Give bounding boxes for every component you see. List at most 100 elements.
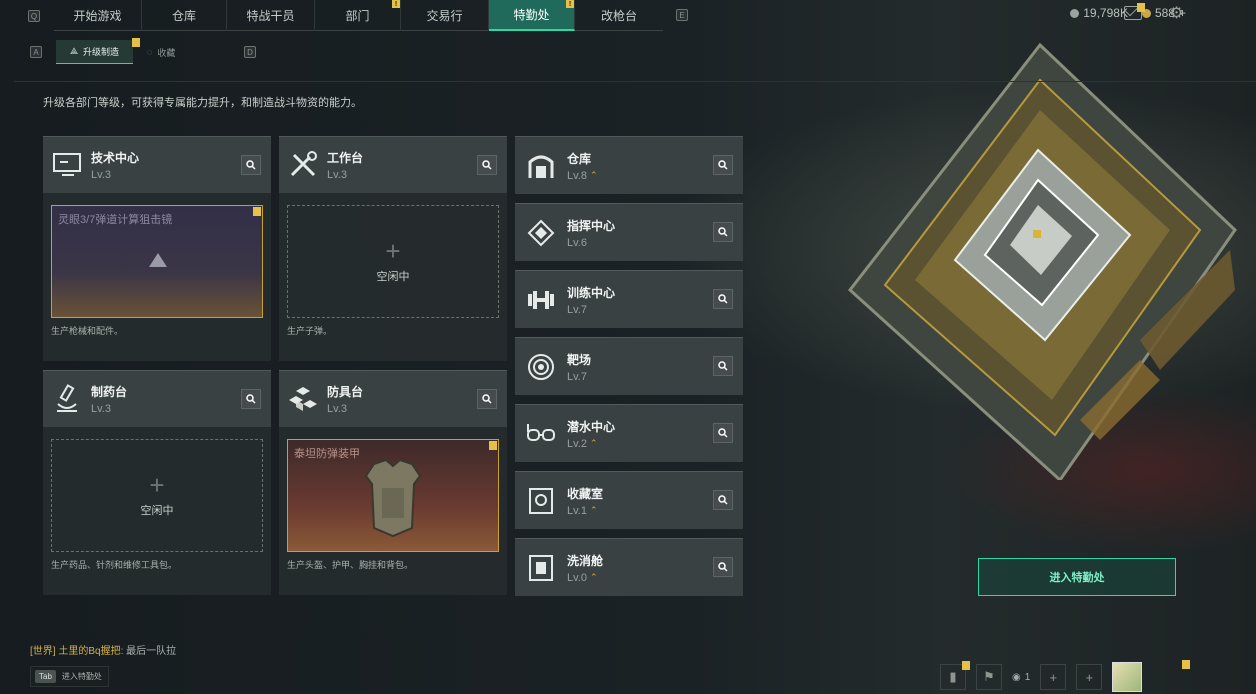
search-icon[interactable] [713,490,733,510]
stats-alert-badge [962,661,970,670]
facility-level: Lv.7 [567,371,591,383]
party-count[interactable]: ◉ 1 [1012,672,1030,683]
silver-coin-icon [1070,8,1080,18]
facility-title: 收藏室 [567,486,604,501]
tab-label: 仓库 [171,9,196,23]
settings-gear-icon[interactable]: ⚙ [1168,5,1185,22]
bottom-toolbar: ▮ ⚑ ◉ 1 + + [940,662,1143,692]
add-icon: + [385,235,401,266]
command-icon [515,204,567,261]
silver-currency[interactable]: 19,798K [1070,6,1128,20]
facility-card-tech-center[interactable]: 技术中心 Lv.3 灵眼3/7弹道计算狙击镜 生产枪械和配件。 [43,136,271,361]
chat-text: 最后一队拉 [126,646,177,657]
level-text: Lv.6 [567,236,587,249]
search-icon[interactable] [713,557,733,577]
monitor-icon [43,137,91,194]
main-tabs: 开始游戏 仓库 特战干员 部门! 交易行 特勤处! 改枪台 [54,0,663,31]
tab-hint-label: 进入特勤处 [61,672,102,681]
search-icon[interactable] [713,423,733,443]
production-slot-idle[interactable]: + 空闲中 [287,205,499,318]
dumbbell-icon [515,271,567,328]
microscope-icon [43,371,91,428]
chat-sender: 土里的Bq握把: [58,646,124,657]
level-text: Lv.7 [567,303,587,316]
facility-level: Lv.0 ⌃ [567,572,603,584]
level-text: Lv.3 [327,169,347,181]
side-facility-collection-room[interactable]: 收藏室 Lv.1 ⌃ [515,471,743,529]
search-icon[interactable] [713,356,733,376]
tab-operators[interactable]: 特战干员 [227,0,315,31]
slot-alert-badge [489,441,497,450]
facility-title: 防具台 [327,385,364,399]
shower-icon [515,539,567,596]
search-icon[interactable] [713,155,733,175]
slot-status: 空闲中 [376,270,410,283]
tools-icon [279,137,327,194]
divider [14,81,1256,82]
facility-description: 生产头盔、护甲、胸挂和背包。 [287,560,414,570]
tab-label: 部门 [345,9,370,23]
nav-next-key: E [676,9,688,21]
slot-item-name: 灵眼3/7弹道计算狙击镜 [58,214,173,226]
side-facility-command-center[interactable]: 指挥中心 Lv.6 [515,203,743,261]
garage-icon [515,137,567,194]
subtab-collection[interactable]: ◌ 收藏 [133,40,189,64]
nav-prev-key: Q [28,10,40,22]
facility-card-armor-bench[interactable]: 防具台 Lv.3 泰坦防弹装甲 生产头盔、护甲、胸挂和背包。 [279,370,507,595]
subtab-label: 收藏 [157,47,176,58]
blocks-icon [279,371,327,428]
level-text: Lv.7 [567,370,587,383]
search-icon[interactable] [241,155,261,175]
avatar-alert-badge [1182,660,1190,669]
search-icon[interactable] [477,389,497,409]
tab-warehouse[interactable]: 仓库 [142,0,227,31]
target-icon [515,338,567,395]
facility-title: 训练中心 [567,285,616,300]
tab-start-game[interactable]: 开始游戏 [54,0,142,31]
tab-hint[interactable]: Tab 进入特勤处 [30,666,109,687]
facility-level: Lv.2 ⌃ [567,438,615,450]
tab-label: 特战干员 [246,9,295,23]
avatar[interactable] [1112,662,1143,692]
subtab-label: 升级制造 [83,47,120,57]
level-text: Lv.8 [567,169,587,182]
search-icon[interactable] [241,389,261,409]
tab-label: 改枪台 [600,9,637,23]
side-facility-training-center[interactable]: 训练中心 Lv.7 [515,270,743,328]
search-icon[interactable] [713,222,733,242]
side-facility-shooting-range[interactable]: 靶场 Lv.7 [515,337,743,395]
tab-special-ops[interactable]: 特勤处! [489,0,575,31]
facility-card-workbench[interactable]: 工作台 Lv.3 + 空闲中 生产子弹。 [279,136,507,361]
add-friend-button[interactable]: + [1040,664,1067,690]
subnav-next-key: D [244,46,256,58]
production-slot[interactable]: 灵眼3/7弹道计算狙击镜 [51,205,263,318]
add-slot-button[interactable]: + [1076,664,1103,690]
tab-departments[interactable]: 部门! [315,0,401,31]
facility-level: Lv.3 [327,169,363,181]
facility-card-pharmacy[interactable]: 制药台 Lv.3 + 空闲中 生产药品、针剂和维修工具包。 [43,370,271,595]
search-icon[interactable] [713,289,733,309]
facility-title: 技术中心 [91,151,140,165]
tab-gunsmith[interactable]: 改枪台 [575,0,663,31]
subtab-upgrade-craft[interactable]: ⟁ 升级制造 [56,40,134,64]
production-slot-idle[interactable]: + 空闲中 [51,439,263,552]
side-facility-decon-chamber[interactable]: 洗消舱 Lv.0 ⌃ [515,538,743,596]
tab-label: 特勤处 [513,8,550,22]
side-facility-warehouse[interactable]: 仓库 Lv.8 ⌃ [515,136,743,194]
side-facility-diving-center[interactable]: 潜水中心 Lv.2 ⌃ [515,404,743,462]
flag-icon[interactable]: ⚑ [976,664,1002,690]
chat-message[interactable]: [世界] 土里的Bq握把: 最后一队拉 [30,642,176,657]
tab-key: Tab [35,670,56,683]
search-icon[interactable] [477,155,497,175]
goggles-icon [515,405,567,462]
facility-title: 洗消舱 [567,553,604,568]
tab-trading[interactable]: 交易行 [401,0,489,31]
vault-icon [515,472,567,529]
sub-tabs: ⟁ 升级制造 ◌ 收藏 [56,40,189,64]
production-slot[interactable]: 泰坦防弹装甲 [287,439,499,552]
enter-special-ops-button[interactable]: 进入特勤处 [978,558,1176,596]
facility-description: 生产枪械和配件。 [51,326,124,336]
level-text: Lv.0 [567,571,587,584]
alert-badge: ! [392,0,400,8]
facility-description: 生产子弹。 [287,326,333,336]
